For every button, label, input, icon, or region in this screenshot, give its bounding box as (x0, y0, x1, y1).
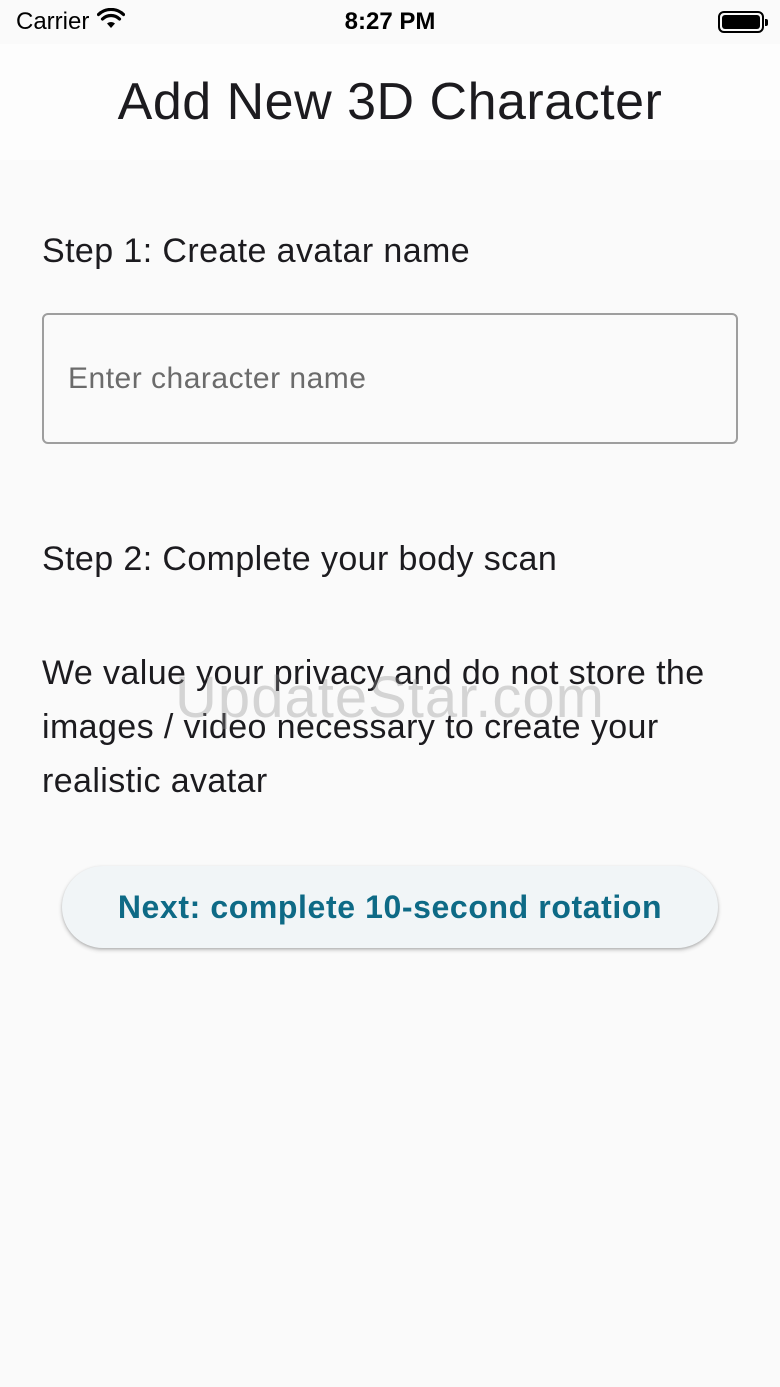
wifi-icon (97, 7, 126, 37)
battery-icon (718, 11, 768, 33)
page-title: Add New 3D Character (117, 73, 663, 131)
step1-label: Step 1: Create avatar name (42, 232, 471, 270)
step2-label: Step 2: Complete your body scan (42, 540, 558, 578)
status-left: Carrier (16, 7, 126, 37)
next-rotation-button[interactable]: Next: complete 10-second rotation (62, 866, 718, 948)
status-bar: Carrier 8:27 PM (0, 0, 780, 44)
carrier-label: Carrier (16, 8, 90, 35)
screen: Carrier 8:27 PM Add New 3D Character Ste… (0, 0, 780, 1387)
battery-level (722, 15, 760, 29)
character-name-input[interactable] (42, 313, 738, 444)
privacy-notice: We value your privacy and do not store t… (42, 654, 705, 800)
app-bar: Add New 3D Character (0, 44, 780, 160)
